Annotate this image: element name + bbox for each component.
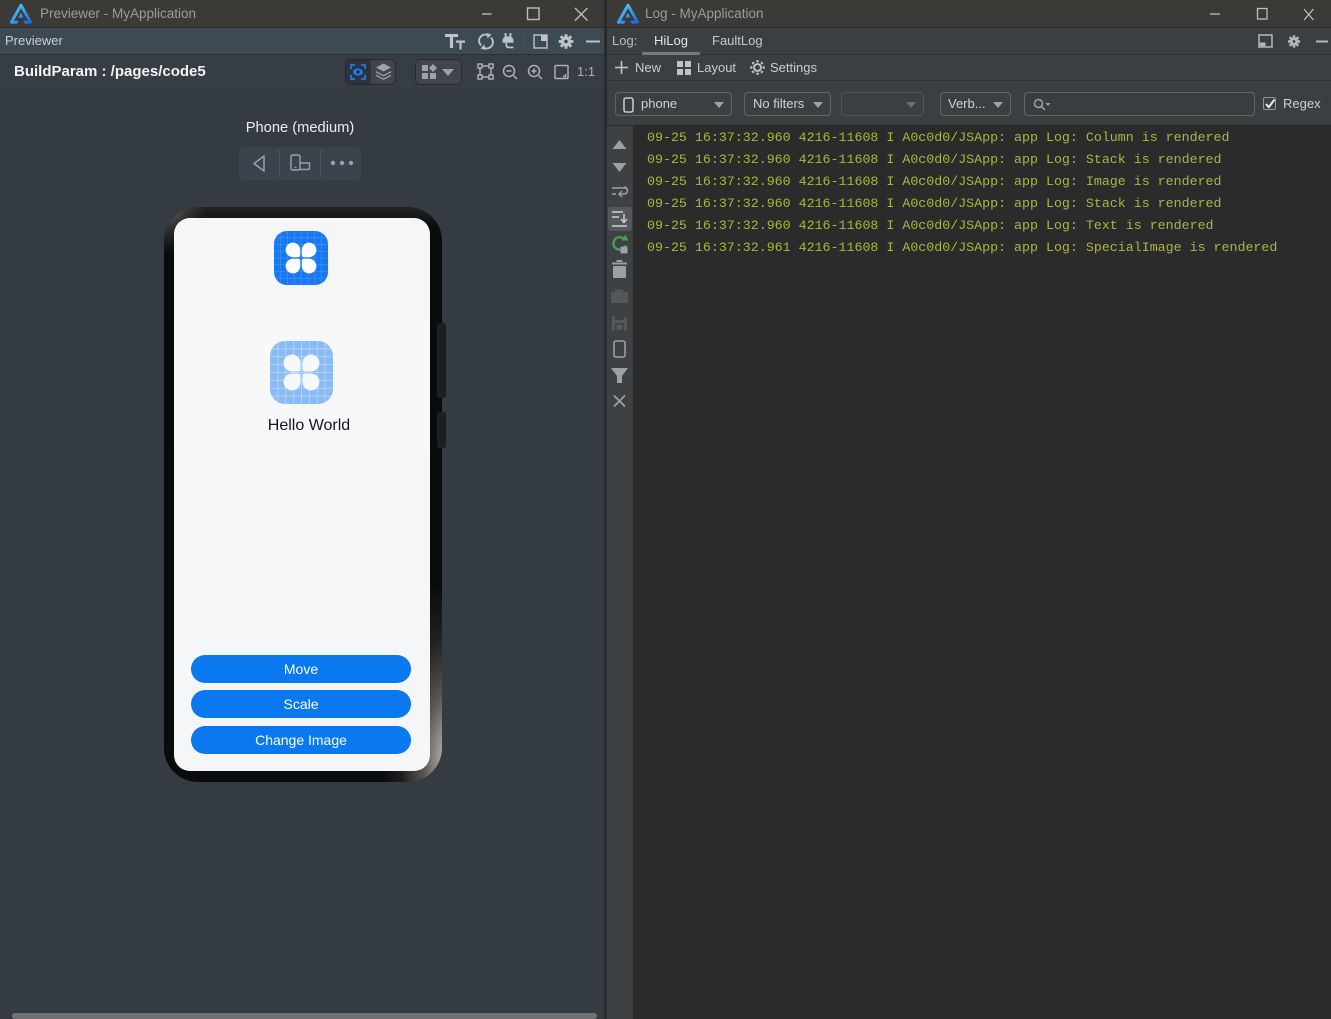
svg-text:1:1: 1:1 (577, 64, 595, 79)
